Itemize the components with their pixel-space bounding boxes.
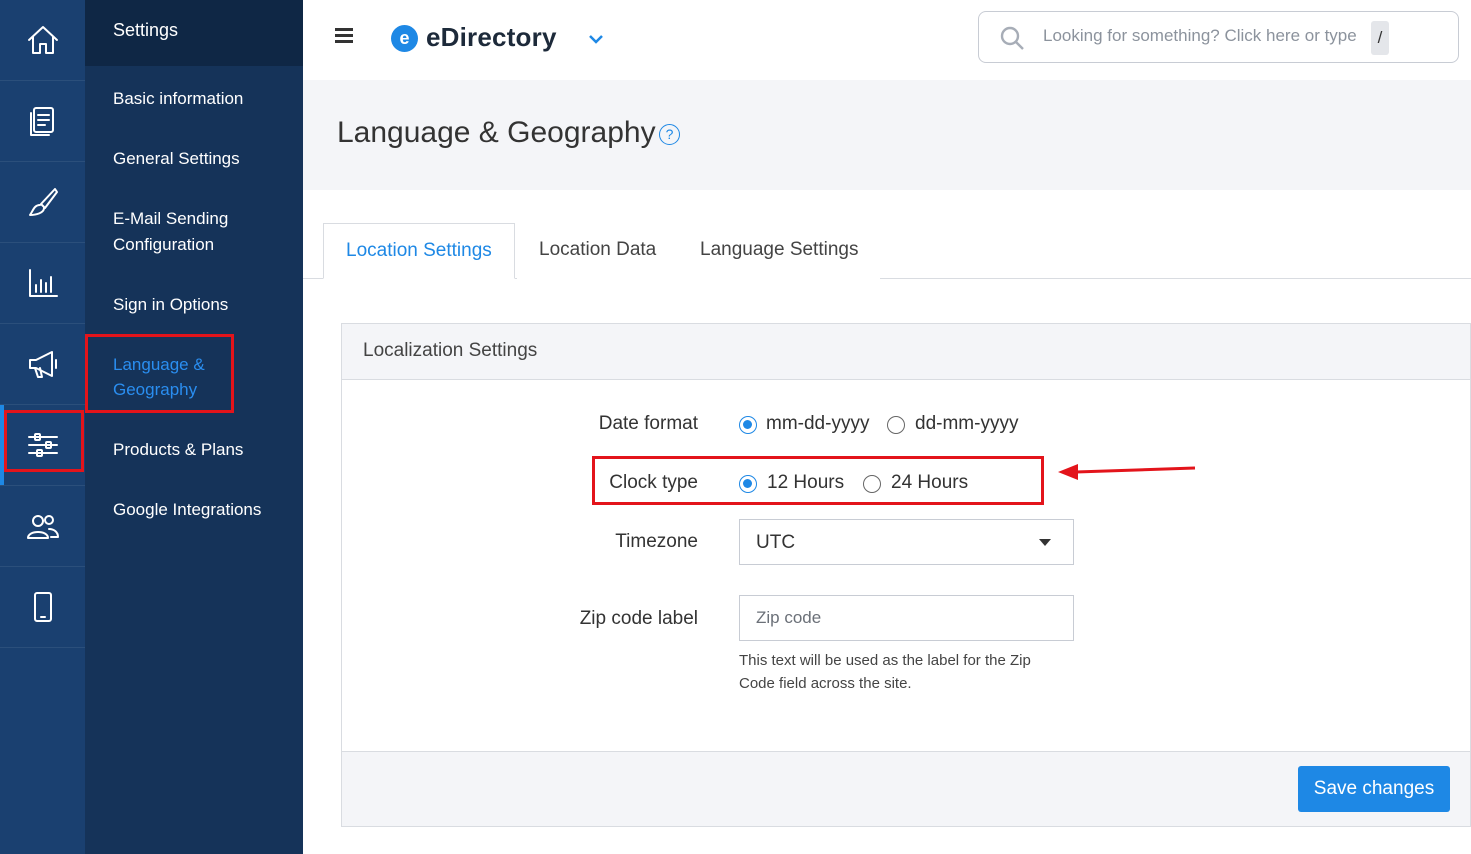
- mobile-icon: [33, 592, 52, 622]
- submenu-item-general-settings[interactable]: General Settings: [113, 146, 240, 172]
- submenu-item-google-integrations[interactable]: Google Integrations: [113, 497, 261, 523]
- search-shortcut-key: /: [1371, 21, 1389, 55]
- page-title: Language & Geography: [337, 116, 656, 149]
- submenu-item-email-sending[interactable]: E-Mail Sending Configuration: [113, 206, 228, 258]
- design-brush-icon: [28, 188, 58, 216]
- timezone-selected-value: UTC: [756, 532, 796, 553]
- submenu-title: Settings: [85, 0, 303, 66]
- date-format-label: Date format: [598, 413, 698, 434]
- promotion-megaphone-icon: [28, 351, 57, 378]
- zip-code-label: Zip code label: [579, 608, 698, 629]
- reports-chart-icon: [28, 269, 58, 297]
- rail-item-reports[interactable]: [0, 243, 85, 324]
- rail-item-settings[interactable]: [0, 405, 85, 486]
- help-question-icon[interactable]: ?: [659, 124, 680, 145]
- localization-settings-panel: Localization Settings Date format mm-dd-…: [341, 323, 1471, 827]
- hamburger-menu-icon[interactable]: [335, 28, 353, 48]
- chevron-down-icon[interactable]: [585, 28, 607, 50]
- timezone-select[interactable]: UTC: [739, 519, 1074, 565]
- date-format-radio-mm-dd-yyyy[interactable]: [739, 416, 757, 434]
- clock-type-label: Clock type: [609, 472, 698, 493]
- content-pages-icon: [29, 107, 54, 136]
- search-icon: [1000, 26, 1024, 50]
- tab-language-settings[interactable]: Language Settings: [678, 223, 881, 279]
- brand-logo-mark: e: [391, 25, 418, 52]
- date-format-option-label[interactable]: mm-dd-yyyy: [766, 413, 869, 435]
- submenu-item-products-plans[interactable]: Products & Plans: [113, 437, 243, 463]
- submenu-item-language-geography[interactable]: Language & Geography: [113, 352, 205, 402]
- tab-location-data[interactable]: Location Data: [517, 223, 679, 279]
- settings-submenu: Settings Basic information General Setti…: [85, 0, 303, 854]
- rail-item-mobile[interactable]: [0, 567, 85, 648]
- timezone-label: Timezone: [615, 531, 698, 552]
- main-content: Location Settings Location Data Language…: [303, 190, 1471, 854]
- icon-rail: [0, 0, 85, 854]
- save-changes-button[interactable]: Save changes: [1298, 766, 1450, 812]
- rail-item-users[interactable]: [0, 486, 85, 567]
- clock-type-option-label[interactable]: 24 Hours: [891, 472, 968, 494]
- users-icon: [26, 515, 59, 539]
- rail-item-content[interactable]: [0, 81, 85, 162]
- submenu-item-basic-information[interactable]: Basic information: [113, 86, 243, 112]
- search-input[interactable]: [1043, 26, 1373, 46]
- rail-item-promotion[interactable]: [0, 324, 85, 405]
- panel-title: Localization Settings: [342, 324, 1470, 380]
- rail-item-home[interactable]: [0, 0, 85, 81]
- rail-item-design[interactable]: [0, 162, 85, 243]
- tab-location-settings[interactable]: Location Settings: [323, 223, 515, 279]
- home-icon: [27, 26, 58, 54]
- date-format-radio-dd-mm-yyyy[interactable]: [887, 416, 905, 434]
- clock-type-option-label[interactable]: 12 Hours: [767, 472, 844, 494]
- zip-code-label-input[interactable]: [739, 595, 1074, 641]
- clock-type-radio-24-hours[interactable]: [863, 475, 881, 493]
- brand-logo-text[interactable]: eDirectory: [426, 22, 557, 53]
- settings-sliders-icon: [27, 433, 58, 457]
- top-bar: e eDirectory /: [303, 0, 1471, 80]
- submenu-item-sign-in-options[interactable]: Sign in Options: [113, 292, 228, 318]
- zip-code-help-text: This text will be used as the label for …: [739, 652, 1031, 692]
- dropdown-caret-icon: [1039, 539, 1051, 546]
- clock-type-radio-12-hours[interactable]: [739, 475, 757, 493]
- global-search[interactable]: /: [978, 11, 1459, 63]
- date-format-option-label[interactable]: dd-mm-yyyy: [915, 413, 1018, 435]
